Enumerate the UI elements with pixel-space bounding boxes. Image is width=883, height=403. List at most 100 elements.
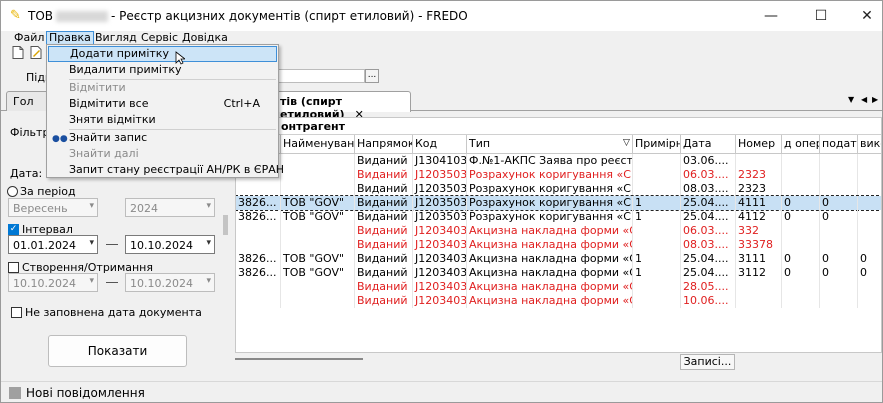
table-cell: 3826... <box>236 252 281 266</box>
table-row[interactable]: Виданий J1304103 Ф.№1-АКПС Заява про реєст… <box>236 154 881 168</box>
table-cell: J1203403 <box>415 238 467 252</box>
interval-checkbox[interactable]: ✓ <box>8 224 19 235</box>
table-cell <box>633 294 681 308</box>
table-cell: Виданий <box>355 294 413 308</box>
table-cell: J1203503 <box>415 196 467 210</box>
table-cell: J1203403 <box>415 224 467 238</box>
menu-add-note[interactable]: Додати примітку <box>48 46 277 62</box>
maximize-button[interactable]: ☐ <box>798 1 844 31</box>
table-cell: 4111 <box>736 196 782 210</box>
new-document-icon[interactable] <box>12 46 24 59</box>
table-cell: 4112 <box>736 210 782 224</box>
signer-field[interactable] <box>277 69 365 83</box>
column-header[interactable]: податк <box>820 135 858 154</box>
column-header[interactable]: Примірник <box>633 135 681 154</box>
table-cell: 0 <box>820 196 858 210</box>
table-cell: 0 <box>820 252 858 266</box>
column-header[interactable]: Напрямок <box>355 135 413 154</box>
table-cell: Акцизна накладна форми «С» <box>469 238 633 252</box>
new-messages-label[interactable]: Нові повідомлення <box>26 386 145 400</box>
redacted-company-name <box>56 11 109 22</box>
menu-help[interactable]: Довідка <box>180 31 230 45</box>
fredo-logo-icon: ✎ <box>10 8 21 23</box>
created-checkbox[interactable] <box>8 262 19 273</box>
calendar-dropdown-icon[interactable]: ▾ <box>206 238 211 248</box>
table-cell <box>858 280 881 294</box>
table-cell <box>820 168 858 182</box>
date-from-field[interactable]: 01.01.2024 ▾ <box>8 235 98 254</box>
menu-find[interactable]: ●● Знайти запис <box>48 130 277 146</box>
table-cell: 03.06.... <box>681 154 736 168</box>
scrollbar-thumb[interactable] <box>223 215 228 235</box>
menu-delete-note[interactable]: Видалити примітку <box>48 62 277 78</box>
column-header[interactable]: Найменування <box>281 135 355 154</box>
tab-registry[interactable]: тів (спирт етиловий) ✕ <box>273 91 411 121</box>
grid-horizontal-scrollbar[interactable] <box>235 355 363 361</box>
table-cell <box>858 196 881 210</box>
table-row[interactable]: Виданий J1203403 Акцизна накладна форми «С… <box>236 224 881 238</box>
table-cell <box>782 182 820 196</box>
table-cell: ТОВ "GOV" <box>281 252 355 266</box>
period-radio[interactable] <box>7 186 18 197</box>
column-header[interactable]: д опера <box>782 135 820 154</box>
table-row[interactable]: 3826... ТОВ "GOV" Виданий J1203503 Розрахуно… <box>236 210 881 224</box>
table-cell: Виданий <box>355 238 413 252</box>
filter-icon[interactable]: ▽ <box>623 138 630 148</box>
browse-button[interactable]: ... <box>365 69 379 83</box>
year-select[interactable]: 2024 ▾ <box>125 198 215 217</box>
table-row[interactable]: 3826... ТОВ "GOV" Виданий J1203403 Акцизна н… <box>236 252 881 266</box>
table-row[interactable]: 3826... ТОВ "GOV" Виданий J1203503 Розрахуно… <box>236 195 881 211</box>
table-cell: 0 <box>820 210 858 224</box>
menu-file[interactable]: Файл <box>12 31 46 45</box>
table-cell: J1203403 <box>415 294 467 308</box>
table-cell: Акцизна накладна форми «С» <box>469 266 633 280</box>
tab-list-icon[interactable]: ▼ <box>848 95 854 104</box>
menu-unmark[interactable]: Зняти відмітки <box>48 112 277 128</box>
table-cell: Виданий <box>355 252 413 266</box>
month-select[interactable]: Вересень ▾ <box>8 198 98 217</box>
tab-scroll-left-icon[interactable]: ◀ <box>861 95 867 104</box>
menu-query-status[interactable]: Запит стану реєстрації АН/РК в ЄРАН <box>48 162 284 178</box>
table-cell <box>820 280 858 294</box>
mouse-cursor-icon <box>175 51 185 65</box>
show-button[interactable]: Показати <box>48 335 187 367</box>
menu-find-next: Знайти далі <box>69 147 139 160</box>
date-to-field[interactable]: 10.10.2024 ▾ <box>125 235 215 254</box>
menu-edit[interactable]: Правка <box>46 31 94 45</box>
table-row[interactable]: Виданий J1203403 Акцизна накладна форми «С… <box>236 238 881 252</box>
calendar-dropdown-icon[interactable]: ▾ <box>89 238 94 248</box>
no-date-checkbox[interactable] <box>11 307 22 318</box>
table-row[interactable]: Виданий J1203503 Розрахунок коригування «С… <box>236 168 881 182</box>
table-row[interactable]: 3826... ТОВ "GOV" Виданий J1203403 Акцизна н… <box>236 266 881 280</box>
column-header[interactable]: Тип <box>467 135 633 154</box>
table-row[interactable]: Виданий J1203503 Розрахунок коригування «С… <box>236 182 881 196</box>
close-button[interactable]: ✕ <box>844 1 882 31</box>
column-header[interactable]: Дата <box>681 135 736 154</box>
menu-view[interactable]: Вигляд <box>93 31 139 45</box>
table-cell <box>736 154 782 168</box>
period-label: За період <box>20 185 76 198</box>
menu-mark-all[interactable]: Відмітити все Ctrl+A <box>48 96 277 112</box>
column-header[interactable]: Код <box>413 135 467 154</box>
records-button[interactable]: Записі... <box>680 354 735 370</box>
title-bar: ✎ ТОВ - Реєстр акцизних документів (спирт… <box>1 1 882 31</box>
table-cell: 06.03.... <box>681 168 736 182</box>
edit-document-icon[interactable] <box>30 46 42 59</box>
table-row[interactable]: Виданий J1203403 Акцизна накладна форми «С… <box>236 280 881 294</box>
table-cell: 28.05.... <box>681 280 736 294</box>
minimize-button[interactable]: — <box>748 1 794 31</box>
created-from-field[interactable]: 10.10.2024 ▾ <box>8 273 98 292</box>
table-cell <box>281 294 355 308</box>
table-cell: Виданий <box>355 182 413 196</box>
tab-scroll-right-icon[interactable]: ▶ <box>872 95 878 104</box>
menu-service[interactable]: Сервіс <box>139 31 180 45</box>
created-to-field[interactable]: 10.10.2024 ▾ <box>125 273 215 292</box>
table-row[interactable]: Виданий J1203403 Акцизна накладна форми «С… <box>236 294 881 308</box>
chevron-down-icon: ▾ <box>89 201 94 211</box>
table-cell: Ф.№1-АКПС Заява про реєст... <box>469 154 633 168</box>
column-header[interactable]: Номер <box>736 135 782 154</box>
table-cell: 2323 <box>736 182 782 196</box>
column-header[interactable]: вико <box>858 135 881 154</box>
table-cell: 0 <box>782 266 820 280</box>
table-cell <box>858 294 881 308</box>
